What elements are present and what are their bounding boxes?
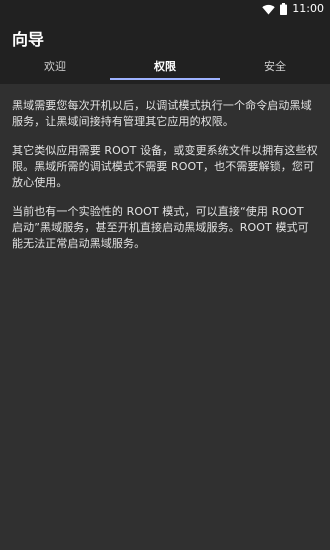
app-bar: 向导 欢迎 权限 安全	[0, 18, 330, 84]
tab-security[interactable]: 安全	[220, 56, 330, 84]
battery-icon	[280, 0, 288, 19]
tab-permissions[interactable]: 权限	[110, 56, 220, 84]
paragraph-root-comparison: 其它类似应用需要 ROOT 设备，或变更系统文件以拥有这些权限。黑域所需的调试模…	[12, 144, 318, 189]
page-title: 向导	[12, 30, 45, 49]
status-icons: 11:00	[262, 2, 324, 16]
status-time: 11:00	[292, 2, 324, 15]
tab-bar: 欢迎 权限 安全	[0, 56, 330, 84]
status-bar: 11:00	[0, 0, 330, 18]
wifi-icon	[262, 0, 275, 19]
paragraph-intro: 黑域需要您每次开机以后，以调试模式执行一个命令启动黑域服务，让黑域间接持有管理其…	[12, 99, 312, 128]
tab-welcome[interactable]: 欢迎	[0, 56, 110, 84]
permissions-content: 黑域需要您每次开机以后，以调试模式执行一个命令启动黑域服务，让黑域间接持有管理其…	[12, 98, 318, 265]
paragraph-root-mode: 当前也有一个实验性的 ROOT 模式，可以直接“使用 ROOT 启动”黑域服务，…	[12, 205, 309, 250]
